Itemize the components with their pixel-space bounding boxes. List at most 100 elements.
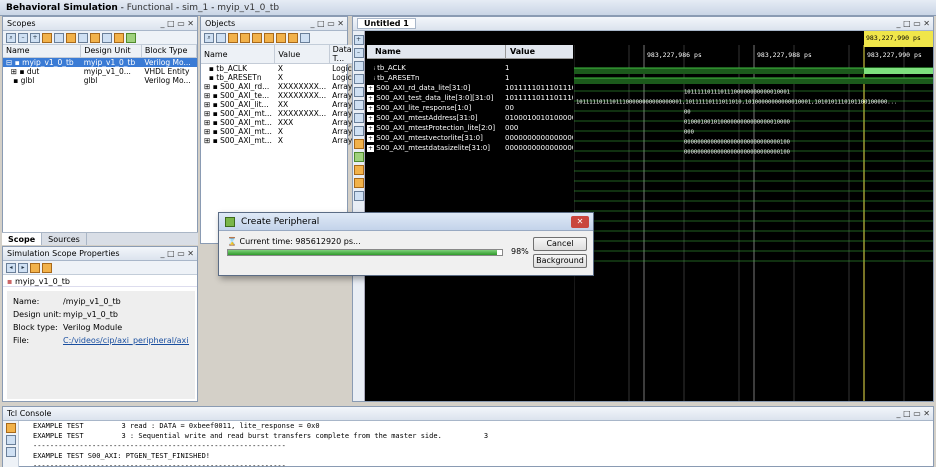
table-row[interactable]: ⊞ ▪ S00_AXI_mt... X Array bbox=[201, 136, 355, 145]
waveform-area[interactable]: 983,227,986 ps 983,227,988 ps 983,227,990 … bbox=[573, 31, 933, 401]
go-start-icon[interactable] bbox=[353, 87, 364, 97]
marker-icon[interactable] bbox=[353, 139, 364, 149]
table-row[interactable]: ⊞ ▪ S00_AXI_te... XXXXXXXX... Array bbox=[201, 91, 355, 100]
background-button[interactable]: Background bbox=[533, 254, 587, 268]
sync-icon[interactable] bbox=[30, 262, 40, 273]
panel-controls-icon[interactable]: _ □ ▭ ✕ bbox=[897, 17, 930, 31]
table-row[interactable]: ⊞ ▪ S00_AXI_rd... XXXXXXXX... Array bbox=[201, 82, 355, 91]
settings-icon[interactable] bbox=[126, 32, 136, 43]
col-header[interactable]: Name bbox=[3, 45, 82, 58]
signal-row[interactable]: + S00_AXI_mtestvectorlite[31:0] 000000000… bbox=[367, 133, 573, 143]
clear-icon[interactable] bbox=[5, 423, 16, 433]
copy-icon[interactable] bbox=[5, 447, 16, 457]
package-icon[interactable] bbox=[114, 32, 124, 43]
divider-icon[interactable] bbox=[353, 191, 364, 201]
bus-value-label: 00000000000000000000000000000100 bbox=[684, 150, 790, 156]
panel-controls-icon[interactable]: _ □ ▭ ✕ bbox=[311, 17, 344, 31]
input-icon[interactable] bbox=[228, 32, 238, 43]
app-icon bbox=[225, 217, 235, 227]
signal-name[interactable]: + S00_AXI_mtestAddress[31:0] bbox=[367, 113, 505, 123]
filter-icon[interactable] bbox=[300, 32, 310, 43]
signal-name[interactable]: + S00_AXI_test_data_lite[3:0][31:0] bbox=[367, 93, 505, 103]
tab-sources[interactable]: Sources bbox=[42, 233, 87, 245]
link-icon[interactable] bbox=[353, 178, 364, 188]
signal-name[interactable]: + S00_AXI_lite_response[1:0] bbox=[367, 103, 505, 113]
output-icon[interactable] bbox=[240, 32, 250, 43]
next-edge-icon[interactable] bbox=[353, 113, 364, 123]
back-icon[interactable]: ◂ bbox=[6, 262, 16, 273]
zoom-fit-icon[interactable] bbox=[353, 61, 364, 71]
zoom-in-icon[interactable]: + bbox=[353, 35, 364, 45]
constant-icon[interactable] bbox=[276, 32, 286, 43]
waveform-canvas[interactable]: 983,227,986 ps 983,227,988 ps 983,227,990 … bbox=[573, 31, 933, 401]
zoom-cursor-icon[interactable] bbox=[353, 74, 364, 84]
props-header: Simulation Scope Properties _ □ ▭ ✕ bbox=[3, 247, 197, 261]
signal-name[interactable]: ᵢ tb_ARESETn bbox=[367, 73, 505, 83]
table-row[interactable]: ⊞ ▪ S00_AXI_lit... XX Array bbox=[201, 100, 355, 109]
process-icon[interactable] bbox=[66, 32, 76, 43]
go-end-icon[interactable] bbox=[353, 126, 364, 136]
expand-icon[interactable]: + bbox=[30, 32, 40, 43]
panel-controls-icon[interactable]: _ □ ▭ ✕ bbox=[161, 247, 194, 261]
table-row[interactable]: ⊞ ▪ S00_AXI_mt... XXXXXXXX... Array bbox=[201, 109, 355, 118]
table-row[interactable]: ▪ tb_ARESETn X Logic bbox=[201, 73, 355, 82]
table-row[interactable]: ⊟ ▪ myip_v1_0_tb myip_v1_0_tb Verilog Mo..… bbox=[3, 57, 197, 67]
function-icon[interactable] bbox=[90, 32, 100, 43]
panel-controls-icon[interactable]: _ □ ▭ ✕ bbox=[897, 407, 930, 421]
signal-name[interactable]: ᵢ tb_ACLK bbox=[367, 63, 505, 73]
tab-untitled-1[interactable]: Untitled 1 bbox=[357, 18, 416, 29]
signal-row[interactable]: + S00_AXI_test_data_lite[3:0][31:0] 10111… bbox=[367, 93, 573, 103]
block-icon[interactable] bbox=[78, 32, 88, 43]
signal-row[interactable]: + S00_AXI_lite_response[1:0] 00 bbox=[367, 103, 573, 113]
table-row[interactable]: ▪ tb_ACLK X Logic bbox=[201, 64, 355, 73]
inout-icon[interactable] bbox=[252, 32, 262, 43]
signal-row[interactable]: ᵢ tb_ACLK 1 bbox=[367, 63, 573, 73]
signal-name[interactable]: + S00_AXI_mtestProtection_lite[2:0] bbox=[367, 123, 505, 133]
collapse-icon[interactable]: – bbox=[18, 32, 28, 43]
col-header[interactable]: Value bbox=[274, 45, 330, 64]
signal-value: 1 bbox=[505, 74, 510, 82]
module-icon[interactable] bbox=[54, 32, 64, 43]
property-value[interactable]: C:/videos/cip/axi_peripheral/axi_periphe… bbox=[63, 334, 189, 347]
pin-icon[interactable] bbox=[42, 262, 52, 273]
table-row[interactable]: ▪ glbl glbl Verilog Mo... bbox=[3, 76, 197, 85]
objects-table: Name Value Data T... ▪ tb_ACLK X Logic ▪ tb_… bbox=[201, 45, 356, 145]
scopes-toolbar: ⌕ – + bbox=[3, 31, 197, 45]
prev-edge-icon[interactable] bbox=[353, 100, 364, 110]
search-icon[interactable]: ⌕ bbox=[6, 32, 16, 43]
table-row[interactable]: ⊞ ▪ S00_AXI_mt... X Array bbox=[201, 127, 355, 136]
progress-percent: 98% bbox=[511, 247, 529, 256]
col-header[interactable]: Design Unit bbox=[80, 45, 142, 58]
col-header[interactable]: Block Type bbox=[141, 45, 198, 58]
snap-icon[interactable] bbox=[353, 165, 364, 175]
signal-name[interactable]: + S00_AXI_rd_data_lite[31:0] bbox=[367, 83, 505, 93]
signal-row[interactable]: + S00_AXI_mtestAddress[31:0] 010001001010… bbox=[367, 113, 573, 123]
signal-name[interactable]: + S00_AXI_mtestdatasizelite[31:0] bbox=[367, 143, 505, 153]
wave-name-header[interactable]: Name bbox=[367, 45, 505, 59]
scroll-lock-icon[interactable] bbox=[5, 435, 16, 445]
signal-name[interactable]: + S00_AXI_mtestvectorlite[31:0] bbox=[367, 133, 505, 143]
forward-icon[interactable]: ▸ bbox=[18, 262, 28, 273]
cancel-button[interactable]: Cancel bbox=[533, 237, 587, 251]
signal-row[interactable]: + S00_AXI_mtestdatasizelite[31:0] 0000000… bbox=[367, 143, 573, 153]
signal-row[interactable]: ᵢ tb_ARESETn 1 bbox=[367, 73, 573, 83]
tab-scope[interactable]: Scope bbox=[2, 233, 43, 245]
filter-icon[interactable] bbox=[42, 32, 52, 43]
col-header[interactable]: Name bbox=[201, 45, 276, 64]
panel-controls-icon[interactable]: _ □ ▭ ✕ bbox=[161, 17, 194, 31]
table-row[interactable]: ⊞ ▪ S00_AXI_mt... XXX Array bbox=[201, 118, 355, 127]
signal-row[interactable]: + S00_AXI_rd_data_lite[31:0] 101111101110… bbox=[367, 83, 573, 93]
search-icon[interactable]: ⌕ bbox=[204, 32, 214, 43]
scopes-tabs: Scope Sources bbox=[2, 232, 198, 245]
signal-row[interactable]: + S00_AXI_mtestProtection_lite[2:0] 000 bbox=[367, 123, 573, 133]
table-row[interactable]: ⊞ ▪ dut myip_v1_0... VHDL Entity bbox=[3, 67, 197, 76]
internal-icon[interactable] bbox=[264, 32, 274, 43]
wave-value-header[interactable]: Value bbox=[505, 45, 573, 59]
zoom-out-icon[interactable]: – bbox=[353, 48, 364, 58]
task-icon[interactable] bbox=[102, 32, 112, 43]
settings-icon[interactable] bbox=[216, 32, 226, 43]
variable-icon[interactable] bbox=[288, 32, 298, 43]
close-icon[interactable]: ✕ bbox=[571, 216, 589, 228]
swap-icon[interactable] bbox=[353, 152, 364, 162]
signal-value: 00 bbox=[505, 104, 514, 112]
